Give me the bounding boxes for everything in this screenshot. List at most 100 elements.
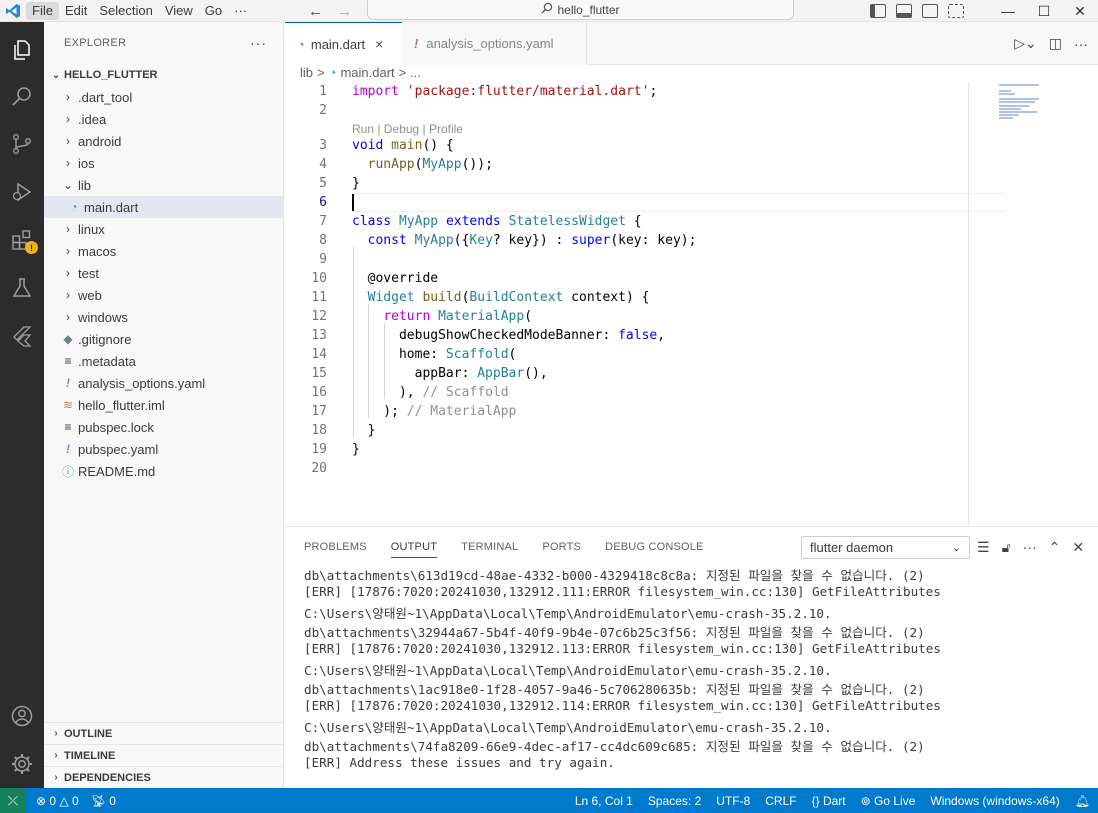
tree-item-label: web (78, 287, 102, 303)
tree-item[interactable]: ⓘ README.md (44, 460, 283, 482)
code-line-6: 6 (319, 195, 327, 210)
go-live-button[interactable]: ⊚ Go Live (861, 794, 916, 808)
breadcrumb-file[interactable]: main.dart (340, 65, 394, 80)
minimize-icon[interactable]: — (990, 3, 1026, 19)
menu-go[interactable]: Go (199, 2, 228, 20)
cursor-position[interactable]: Ln 6, Col 1 (575, 794, 633, 808)
device-selector[interactable]: Windows (windows-x64) (930, 794, 1059, 808)
output-line: db\attachments\1ac918e0-1f28-4057-9a46-5… (304, 682, 925, 697)
tree-item-label: .dart_tool (78, 89, 133, 105)
tree-item[interactable]: › android (44, 130, 283, 152)
code-editor[interactable]: 1 import 'package:flutter/material.dart';… (285, 82, 1098, 526)
tab-main-dart[interactable]: ◔ main.dart × (285, 22, 402, 65)
tree-item[interactable]: › macos (44, 240, 283, 262)
breadcrumb-more[interactable]: > ... (399, 65, 421, 80)
language-mode[interactable]: {} Dart (812, 794, 846, 808)
end-of-line[interactable]: CRLF (765, 794, 796, 808)
indentation[interactable]: Spaces: 2 (648, 794, 701, 808)
flutter-icon[interactable] (6, 320, 38, 352)
notifications-bell-icon[interactable]: 🔔︎ (1075, 794, 1090, 808)
tree-item[interactable]: ⌄ lib (44, 174, 283, 196)
vscode-logo-icon (0, 0, 26, 22)
menu-edit[interactable]: Edit (59, 2, 93, 20)
chevron-right-icon: › (66, 310, 70, 324)
tree-item[interactable]: ≡ .metadata (44, 350, 283, 372)
extensions-icon[interactable]: ! (6, 224, 38, 256)
maximize-icon[interactable]: ☐ (1026, 3, 1062, 20)
codelens[interactable]: Run | Debug | Profile (352, 122, 463, 136)
output-line: db\attachments\74fa8209-66e9-4dec-af17-c… (304, 739, 925, 754)
chevron-right-icon: › (54, 728, 58, 739)
outline-section[interactable]: › OUTLINE (44, 722, 283, 744)
maximize-panel-icon[interactable]: ⌃ (1049, 539, 1061, 556)
markdown-file-icon: ⓘ (61, 464, 74, 479)
back-arrow-icon[interactable]: ← (308, 3, 323, 20)
tree-item[interactable]: ◔ main.dart (44, 196, 283, 218)
encoding[interactable]: UTF-8 (716, 794, 750, 808)
search-view-icon[interactable] (6, 80, 38, 112)
layout-controls (870, 0, 964, 22)
menu-selection[interactable]: Selection (93, 2, 158, 20)
minimap[interactable] (968, 82, 1098, 526)
menu-file[interactable]: File (26, 1, 59, 20)
ports-status[interactable]: 📡︎ 0 (91, 794, 116, 808)
tree-item[interactable]: ◆ .gitignore (44, 328, 283, 350)
explorer-more-icon[interactable]: ··· (250, 35, 267, 51)
tree-item[interactable]: › .idea (44, 108, 283, 130)
tree-item-label: hello_flutter.iml (78, 397, 165, 413)
tree-item[interactable]: ! analysis_options.yaml (44, 372, 283, 394)
dependencies-section[interactable]: › DEPENDENCIES (44, 766, 283, 788)
source-control-icon[interactable] (6, 128, 38, 160)
close-tab-icon[interactable]: × (375, 36, 383, 52)
toggle-primary-sidebar-icon[interactable] (870, 4, 886, 18)
tab-output[interactable]: OUTPUT (390, 536, 438, 558)
panel-more-icon[interactable]: ··· (1023, 539, 1037, 555)
tab-terminal[interactable]: TERMINAL (461, 527, 518, 567)
menu-more[interactable]: ··· (228, 2, 253, 20)
clear-output-icon[interactable]: ☰ (977, 539, 990, 556)
tree-item[interactable]: › ios (44, 152, 283, 174)
run-debug-dropdown-icon[interactable]: ▷⌄ (1014, 35, 1037, 52)
outline-label: OUTLINE (64, 727, 113, 740)
tab-ports[interactable]: PORTS (542, 527, 581, 567)
problems-status[interactable]: ⊗ 0 △ 0 (36, 794, 79, 808)
tree-item[interactable]: › test (44, 262, 283, 284)
lock-scroll-icon[interactable]: 🔓︎ (1002, 539, 1011, 556)
toggle-panel-icon[interactable] (896, 4, 912, 18)
close-window-icon[interactable]: ✕ (1062, 3, 1098, 20)
tree-item-label: pubspec.yaml (78, 441, 159, 457)
accounts-icon[interactable] (6, 700, 38, 732)
split-editor-icon[interactable]: ◫ (1049, 35, 1062, 52)
tab-analysis-options[interactable]: ! analysis_options.yaml (402, 22, 587, 65)
tab-label: main.dart (310, 36, 366, 52)
remote-indicator-icon[interactable]: ⤫ (0, 788, 26, 813)
tree-item[interactable]: › .dart_tool (44, 86, 283, 108)
breadcrumb-folder[interactable]: lib (300, 65, 313, 80)
manage-gear-icon[interactable] (6, 748, 38, 780)
tree-item[interactable]: ≋ hello_flutter.iml (44, 394, 283, 416)
timeline-section[interactable]: › TIMELINE (44, 744, 283, 766)
customize-layout-icon[interactable] (948, 4, 964, 18)
command-center[interactable]: hello_flutter (367, 0, 794, 20)
toggle-secondary-sidebar-icon[interactable] (922, 4, 938, 18)
tab-debug-console[interactable]: DEBUG CONSOLE (605, 527, 704, 567)
tree-item[interactable]: › web (44, 284, 283, 306)
command-center-text: hello_flutter (557, 2, 620, 17)
tree-item[interactable]: ≡ pubspec.lock (44, 416, 283, 438)
tab-problems[interactable]: PROBLEMS (304, 527, 367, 567)
project-root[interactable]: ⌄ HELLO_FLUTTER (44, 64, 283, 86)
tree-item[interactable]: ! pubspec.yaml (44, 438, 283, 460)
explorer-icon[interactable] (6, 34, 38, 66)
tree-item[interactable]: › windows (44, 306, 283, 328)
output-channel-select[interactable]: flutter daemon ⌄ (801, 536, 970, 559)
file-tree: › .dart_tool › .idea › android › ios ⌄ lib ◔ main.d… (44, 86, 283, 482)
forward-arrow-icon[interactable]: → (337, 3, 352, 20)
menu-view[interactable]: View (159, 2, 199, 20)
run-debug-icon[interactable] (6, 176, 38, 208)
tab-label: analysis_options.yaml (426, 36, 554, 51)
tree-item[interactable]: › linux (44, 218, 283, 240)
editor-more-icon[interactable]: ··· (1074, 36, 1088, 52)
testing-icon[interactable] (6, 272, 38, 304)
close-panel-icon[interactable]: ✕ (1072, 539, 1084, 556)
tree-item-label: pubspec.lock (78, 419, 154, 435)
